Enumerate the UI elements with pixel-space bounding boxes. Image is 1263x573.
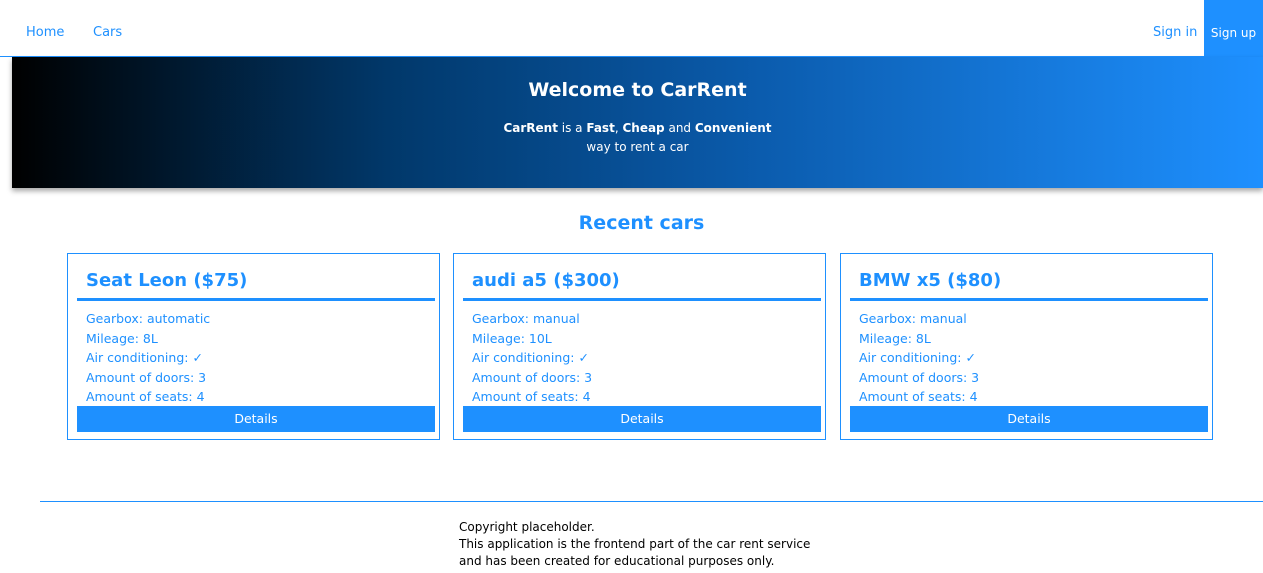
car-gearbox: Gearbox: manual [859,311,967,326]
footer-copyright: Copyright placeholder. [459,520,595,534]
sign-up-button[interactable]: Sign up [1204,0,1263,56]
car-seats: Amount of seats: 4 [859,389,978,404]
details-button[interactable]: Details [77,406,435,432]
car-card: BMW x5 ($80) Gearbox: manual Mileage: 8L… [840,253,1213,440]
car-air-conditioning: Air conditioning: ✓ [472,350,589,365]
top-navbar: Home Cars Sign in Sign up [0,0,1263,57]
hero-title: Welcome to CarRent [528,79,747,101]
car-specs: Gearbox: automatic Mileage: 8L Air condi… [86,309,210,407]
car-card-title: Seat Leon ($75) [86,270,248,291]
details-button[interactable]: Details [850,406,1208,432]
footer: Copyright placeholder. This application … [459,519,810,570]
car-seats: Amount of seats: 4 [86,389,205,404]
hero-banner: Welcome to CarRent CarRent is a Fast, Ch… [12,57,1263,188]
car-card-title: BMW x5 ($80) [859,270,1002,291]
car-seats: Amount of seats: 4 [472,389,591,404]
hero-convenient: Convenient [694,121,772,135]
car-gearbox: Gearbox: automatic [86,311,211,326]
car-specs: Gearbox: manual Mileage: 8L Air conditio… [859,309,979,407]
card-divider [77,298,435,301]
footer-divider [40,501,1263,502]
details-button[interactable]: Details [463,406,821,432]
hero-text-and: and [664,121,695,135]
recent-cars-title: Recent cars [578,212,705,234]
car-air-conditioning: Air conditioning: ✓ [86,350,203,365]
sign-in-link[interactable]: Sign in [1153,0,1197,56]
car-card: audi a5 ($300) Gearbox: manual Mileage: … [453,253,826,440]
car-gearbox: Gearbox: manual [472,311,580,326]
car-doors: Amount of doors: 3 [86,369,207,385]
footer-description-line-2: and has been created for educational pur… [459,554,775,568]
card-divider [850,298,1208,301]
card-divider [463,298,821,301]
car-mileage: Mileage: 10L [472,330,552,346]
car-mileage: Mileage: 8L [86,330,158,346]
footer-description-line-1: This application is the frontend part of… [459,537,811,551]
car-doors: Amount of doors: 3 [472,369,593,385]
nav-home-link[interactable]: Home [26,0,64,56]
car-mileage: Mileage: 8L [859,330,931,346]
hero-tagline: CarRent is a Fast, Cheap and Convenient [12,121,1263,135]
hero-fast: Fast [586,121,615,135]
car-specs: Gearbox: manual Mileage: 10L Air conditi… [472,309,592,407]
car-doors: Amount of doors: 3 [859,369,980,385]
hero-subtext: way to rent a car [586,140,689,154]
car-air-conditioning: Air conditioning: ✓ [859,350,976,365]
car-card: Seat Leon ($75) Gearbox: automatic Milea… [67,253,440,440]
hero-text-is-a: is a [557,121,587,135]
car-card-title: audi a5 ($300) [472,270,620,291]
nav-cars-link[interactable]: Cars [93,0,122,56]
hero-brand: CarRent [503,121,558,135]
hero-cheap: Cheap [622,121,665,135]
